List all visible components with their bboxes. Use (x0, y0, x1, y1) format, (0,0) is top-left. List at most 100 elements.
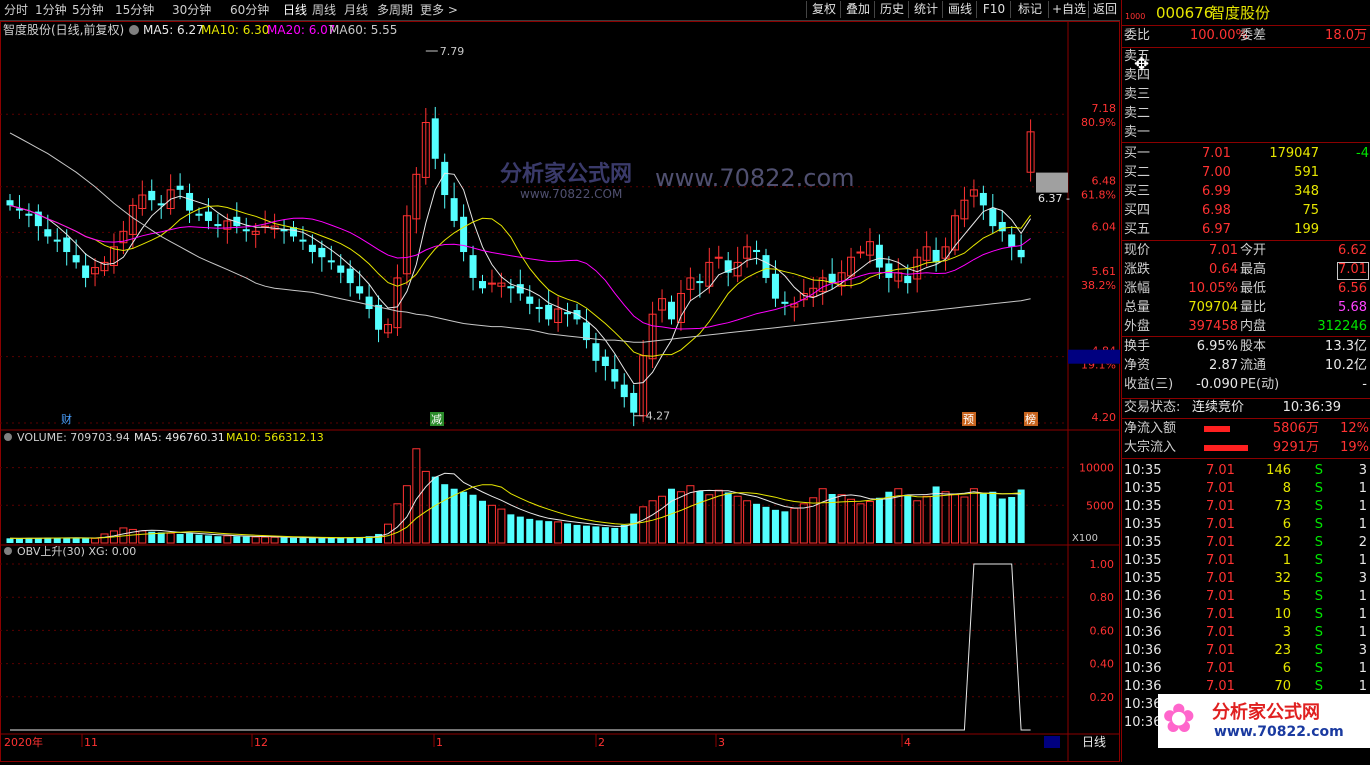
volume-bar-up (686, 485, 695, 544)
candle-down (1008, 234, 1016, 247)
stat2-value: 10.2亿 (1325, 358, 1367, 373)
candle-down (592, 343, 600, 361)
period-tab-10[interactable]: 更多 > (420, 2, 458, 18)
weidi-value: 18.0万 (1325, 28, 1367, 43)
volume-bar-down (63, 537, 71, 543)
toolbar-button-3[interactable]: 统计 (908, 1, 943, 18)
bid-price: 6.99 (1202, 184, 1231, 199)
stat-row: 现价 7.01 今开 6.62 (1122, 242, 1370, 260)
tick-time: 10:35 (1124, 535, 1162, 550)
toolbar-button-6[interactable]: 标记 (1010, 1, 1049, 18)
tick-count: 3 (1358, 643, 1367, 658)
event-mark[interactable]: 财 (61, 412, 72, 426)
tick-count: 1 (1358, 481, 1367, 496)
event-mark[interactable]: 榜 (1025, 412, 1036, 426)
tick-price: 7.01 (1206, 535, 1235, 550)
toolbar-button-5[interactable]: F10 (976, 1, 1011, 18)
tick-price: 7.01 (1206, 463, 1235, 478)
volume-bar-up (705, 494, 714, 544)
volume-bar-up (100, 533, 109, 544)
x-axis-label: 11 (84, 736, 98, 749)
tick-row: 10:36 7.01 6 S 1 (1122, 660, 1370, 678)
bid-row: 买一 7.01 179047 -4 (1122, 145, 1370, 163)
volume-bar-down (204, 535, 212, 543)
candle-down (979, 192, 987, 206)
tick-row: 10:36 7.01 5 S 1 (1122, 588, 1370, 606)
tick-side: S (1314, 661, 1323, 676)
volume-bar-down (932, 486, 940, 543)
volume-bar-up (960, 496, 969, 544)
stat-value: 5.68 (1338, 300, 1367, 315)
tick-row: 10:36 7.01 23 S 3 (1122, 642, 1370, 660)
period-tab-7[interactable]: 周线 (312, 2, 336, 18)
candle-down (148, 190, 156, 201)
tick-vol: 6 (1282, 517, 1291, 532)
volume-bar-up (865, 501, 874, 544)
candle-down (6, 200, 14, 206)
ask-row: 卖一 (1122, 124, 1370, 142)
period-tab-4[interactable]: 30分钟 (172, 2, 211, 18)
tick-price: 7.01 (1206, 643, 1235, 658)
chevron-down-icon (129, 25, 139, 35)
period-tab-5[interactable]: 60分钟 (230, 2, 269, 18)
flow-label: 净流入额 (1124, 421, 1177, 436)
stat2-label: 净资 (1124, 358, 1151, 373)
period-tab-1[interactable]: 1分钟 (35, 2, 67, 18)
volume-bar-up (922, 495, 931, 544)
stat-row: 总量 709704 量比 5.68 (1122, 299, 1370, 317)
tick-side: S (1314, 481, 1323, 496)
volume-bar-down (507, 514, 515, 543)
stat2-row: 收益(三) -0.090 PE(动) - (1122, 376, 1370, 394)
toolbar-button-7[interactable]: +自选 (1048, 1, 1089, 18)
period-tab-9[interactable]: 多周期 (377, 2, 413, 18)
stat2-value: 6.95% (1196, 339, 1238, 354)
scroll-button[interactable] (1044, 736, 1060, 748)
trade-status-label: 交易状态: (1124, 400, 1181, 415)
candle-down (176, 185, 184, 190)
tick-vol: 22 (1274, 535, 1291, 550)
watermark-sub: www.70822.COM (520, 187, 622, 201)
volume-bar-up (941, 491, 950, 544)
period-tab-3[interactable]: 15分钟 (115, 2, 154, 18)
stat-value: 312246 (1317, 319, 1367, 334)
period-tab-6[interactable]: 日线 (283, 2, 307, 18)
stat-label: 外盘 (1124, 319, 1151, 334)
tick-price: 7.01 (1206, 553, 1235, 568)
event-mark[interactable]: 预 (963, 413, 974, 426)
candle-down (365, 296, 373, 310)
ask-label: 卖三 (1124, 87, 1151, 102)
kline-svg[interactable]: 7.1880.9%6.4861.8%6.045.6138.2%4.8419.1%… (0, 21, 1120, 762)
candle-down (781, 301, 789, 304)
event-mark[interactable]: 减 (431, 413, 442, 426)
volume-bar-down (771, 509, 779, 543)
tick-vol: 146 (1266, 463, 1291, 478)
period-tab-2[interactable]: 5分钟 (72, 2, 104, 18)
candle-down (63, 237, 71, 253)
candle-down (204, 211, 212, 221)
period-tab-0[interactable]: 分时 (4, 2, 28, 18)
tick-side: S (1314, 463, 1323, 478)
ask-row: 卖四 (1122, 67, 1370, 85)
toolbar-button-1[interactable]: 叠加 (840, 1, 875, 18)
weidi-label: 委差 (1240, 28, 1267, 43)
volume-bar-down (299, 537, 307, 543)
stat2-label: 换手 (1124, 339, 1151, 354)
tick-time: 10:36 (1124, 643, 1162, 658)
toolbar-button-0[interactable]: 复权 (806, 1, 841, 18)
toolbar-button-8[interactable]: 返回 (1088, 1, 1121, 18)
chart-area[interactable]: 7.1880.9%6.4861.8%6.045.6138.2%4.8419.1%… (0, 21, 1120, 762)
tick-vol: 23 (1274, 643, 1291, 658)
volume-bar-down (611, 527, 619, 543)
candle-down (431, 118, 439, 159)
toolbar-button-4[interactable]: 画线 (942, 1, 977, 18)
volume-bar-up (969, 488, 978, 544)
toolbar-button-2[interactable]: 历史 (874, 1, 909, 18)
period-tab-8[interactable]: 月线 (344, 2, 368, 18)
stat-label: 内盘 (1240, 319, 1267, 334)
stat2-value: -0.090 (1196, 377, 1238, 392)
candle-down (44, 229, 52, 237)
x-axis-label: 4 (904, 736, 911, 749)
candle-down (375, 304, 383, 330)
volume-bar-down (25, 538, 33, 543)
tick-row: 10:35 7.01 8 S 1 (1122, 480, 1370, 498)
